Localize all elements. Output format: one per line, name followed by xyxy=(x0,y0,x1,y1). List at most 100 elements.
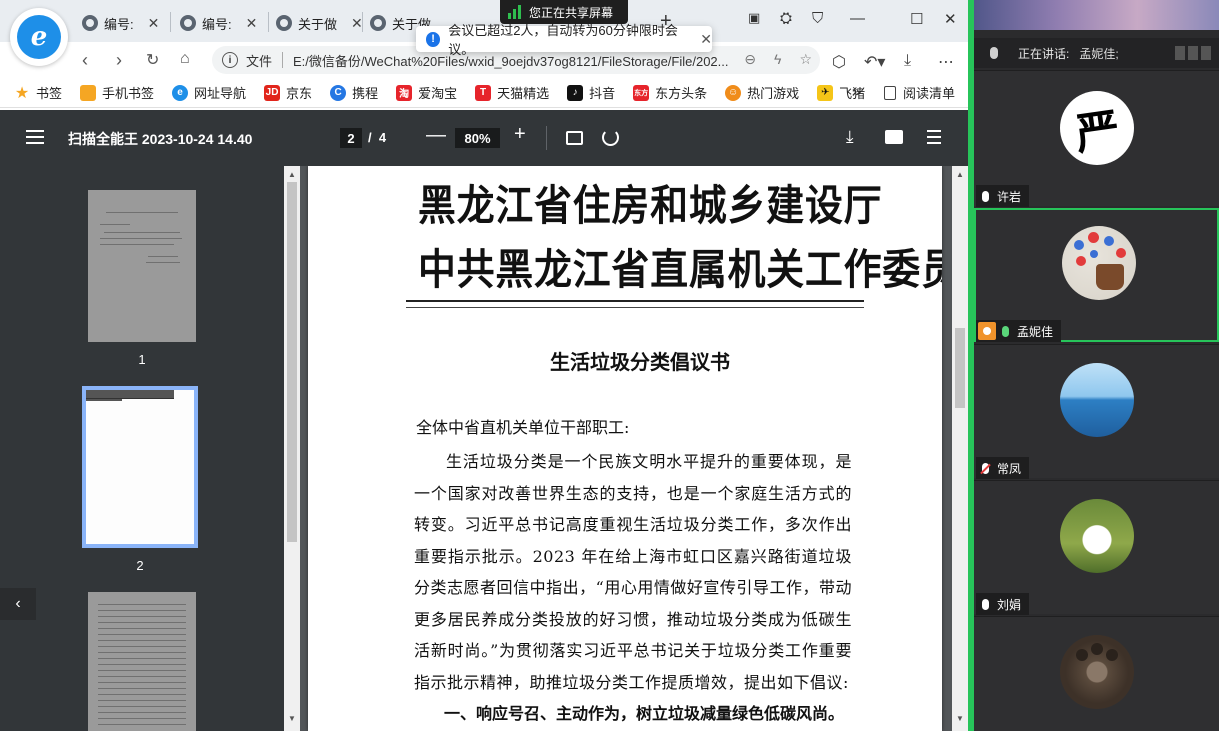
pdf-title: 扫描全能王 2023-10-24 14.40 xyxy=(68,131,253,147)
page-total-count: 4 xyxy=(378,130,387,145)
bookmark-folder-icon xyxy=(80,84,97,101)
more-menu-icon[interactable]: ⋯ xyxy=(938,52,954,72)
star-favorite-icon[interactable]: ☆ xyxy=(799,51,812,68)
page-number-input[interactable]: 2 xyxy=(340,128,362,148)
zoom-level-input[interactable]: 80% xyxy=(455,128,500,148)
scrollbar-thumb[interactable] xyxy=(955,328,965,408)
bookmark-item[interactable]: ♪ 抖音 xyxy=(567,83,615,102)
tab-favicon-icon xyxy=(180,15,196,31)
document-scrollbar[interactable]: ▲ ▼ xyxy=(952,166,968,731)
bookmark-item[interactable]: ☺ 热门游戏 xyxy=(725,83,799,102)
toast-close-icon[interactable]: ✕ xyxy=(700,31,712,48)
maximize-icon[interactable]: ☐ xyxy=(910,10,923,28)
reload-icon[interactable]: ↻ xyxy=(146,50,159,70)
participant-tile[interactable]: 刘娟 xyxy=(974,480,1219,615)
bookmarks-bar: ★ 书签 手机书签 e 网址导航 JD 京东 C 携程 淘爱淘宝 T 天猫精选 ♪ 抖音 东… xyxy=(0,78,968,108)
url-separator xyxy=(282,52,284,68)
tab-close-icon[interactable]: ✕ xyxy=(148,15,160,32)
collapse-sidebar-chevron-icon[interactable]: ‹ xyxy=(0,588,36,620)
fit-page-icon[interactable] xyxy=(566,131,583,145)
thumbnail-page-1[interactable]: 1 xyxy=(88,190,196,367)
participant-tile-active[interactable]: 孟妮佳 xyxy=(974,208,1219,342)
document-page: 黑龙江省住房和城乡建设厅 中共黑龙江省直属机关工作委员会 生活垃圾分类倡议书 全… xyxy=(308,166,942,731)
pdf-more-icon[interactable] xyxy=(927,130,941,144)
bookmark-item[interactable]: e 网址导航 xyxy=(172,83,246,102)
pdf-download-icon[interactable]: ⤓ xyxy=(846,127,854,147)
zoom-in-button[interactable]: + xyxy=(514,123,526,146)
scrollbar-thumb[interactable] xyxy=(287,182,297,542)
page-total: / 4 xyxy=(368,130,386,145)
scroll-up-arrow-icon[interactable]: ▲ xyxy=(288,170,296,179)
sidebar-scrollbar[interactable]: ▲ ▼ xyxy=(284,166,300,731)
speaking-indicator: 正在讲话: 孟妮佳; xyxy=(974,38,1219,68)
extensions-icon[interactable]: ⬡ xyxy=(832,52,846,72)
participant-tile[interactable] xyxy=(974,616,1219,731)
scroll-down-arrow-icon[interactable]: ▼ xyxy=(956,714,964,723)
reading-list-button[interactable]: 阅读清单 xyxy=(884,83,955,102)
minimize-icon[interactable]: — xyxy=(850,10,865,27)
bookmarks-overflow-icon[interactable]: » xyxy=(852,83,860,100)
participant-name-tag: 常凤 xyxy=(976,457,1030,479)
back-arrow-icon[interactable]: ‹ xyxy=(82,50,88,71)
meeting-top-strip xyxy=(974,0,1219,38)
tab-close-icon[interactable]: ✕ xyxy=(246,15,258,32)
document-paragraph: 生活垃圾分类是一个民族文明水平提升的重要体现，是一个国家对改善世界生态的支持，也… xyxy=(414,452,852,692)
bookmark-item[interactable]: T 天猫精选 xyxy=(475,83,549,102)
bookmark-label: 京东 xyxy=(286,86,313,101)
bookmark-label: 手机书签 xyxy=(102,86,155,101)
calligraphy-avatar: 严 xyxy=(1060,91,1134,165)
tab-1[interactable]: 编号: ✕ xyxy=(82,8,159,38)
participant-name-tag: 孟妮佳 xyxy=(976,320,1062,342)
page-separator: / xyxy=(368,130,372,145)
microphone-icon xyxy=(982,190,989,202)
toast-text: 会议已超过2人，自动转为60分钟限时会议。 xyxy=(448,23,678,57)
share-banner-text: 您正在共享屏幕 xyxy=(529,5,614,20)
participant-tile[interactable]: 严 许岩 xyxy=(974,70,1219,207)
scroll-down-arrow-icon[interactable]: ▼ xyxy=(288,714,296,723)
download-icon[interactable]: ⤓ xyxy=(904,52,911,70)
reading-list-icon xyxy=(884,85,896,100)
rotate-icon[interactable] xyxy=(602,129,619,146)
pdf-sidebar-menu-icon[interactable] xyxy=(26,130,44,144)
print-icon[interactable] xyxy=(885,130,903,144)
bookmark-label: 东方头条 xyxy=(655,86,708,101)
tab-2[interactable]: 编号: ✕ xyxy=(180,8,257,38)
tab-favicon-icon xyxy=(276,15,292,31)
bookmark-item[interactable]: ★ 书签 xyxy=(14,83,62,102)
home-icon[interactable]: ⌂ xyxy=(180,50,190,68)
incognito-icon[interactable]: ⛭ xyxy=(780,10,792,27)
tab-close-icon[interactable]: ✕ xyxy=(351,15,363,32)
info-icon[interactable]: i xyxy=(222,52,238,68)
zoom-out-button[interactable]: — xyxy=(426,124,446,147)
forward-arrow-icon[interactable]: › xyxy=(116,50,122,71)
pdf-toolbar: 扫描全能王 2023-10-24 14.40 2 / 4 — 80% + ⤓ xyxy=(0,110,968,166)
thumbnail-page-3[interactable] xyxy=(88,592,196,731)
gallery-layout-icon[interactable] xyxy=(1175,46,1211,60)
bookmark-item[interactable]: C 携程 xyxy=(330,83,378,102)
zoom-icon[interactable]: ⊖ xyxy=(744,51,756,68)
sidebar-toggle-icon[interactable]: ▣ xyxy=(748,10,760,26)
undo-icon[interactable]: ↶▾ xyxy=(864,52,885,72)
participant-tile[interactable]: 常凤 xyxy=(974,344,1219,479)
bookmark-item[interactable]: JD 京东 xyxy=(264,83,312,102)
pdf-document-view: 黑龙江省住房和城乡建设厅 中共黑龙江省直属机关工作委员会 生活垃圾分类倡议书 全… xyxy=(300,166,952,731)
participant-name-tag: 许岩 xyxy=(976,185,1030,207)
paw-avatar xyxy=(1060,635,1134,709)
bookmark-item[interactable]: 淘爱淘宝 xyxy=(396,83,457,102)
tab-3[interactable]: 关于做 ✕ xyxy=(276,8,363,38)
meeting-panel: 正在讲话: 孟妮佳; 严 许岩 孟妮佳 常凤 刘娟 xyxy=(974,0,1219,731)
thumbnail-page-2[interactable]: 2 xyxy=(82,386,198,573)
bookmark-item[interactable]: 东方 东方头条 xyxy=(633,83,707,102)
window-close-icon[interactable]: ✕ xyxy=(944,10,957,28)
desktop-wallpaper xyxy=(974,0,1219,30)
game-icon: ☺ xyxy=(725,84,742,101)
scroll-up-arrow-icon[interactable]: ▲ xyxy=(956,170,964,179)
thumbnail-image xyxy=(86,390,194,544)
url-scheme-label: 文件 xyxy=(246,53,273,69)
lightning-icon[interactable]: ϟ xyxy=(774,51,781,68)
extension-shirt-icon[interactable]: ⛉ xyxy=(812,10,823,27)
url-actions: ⊖ ϟ ☆ xyxy=(744,51,812,68)
share-signal-icon xyxy=(508,5,521,19)
bookmark-item[interactable]: 手机书签 xyxy=(80,83,154,102)
info-circle-icon: ! xyxy=(426,31,441,47)
